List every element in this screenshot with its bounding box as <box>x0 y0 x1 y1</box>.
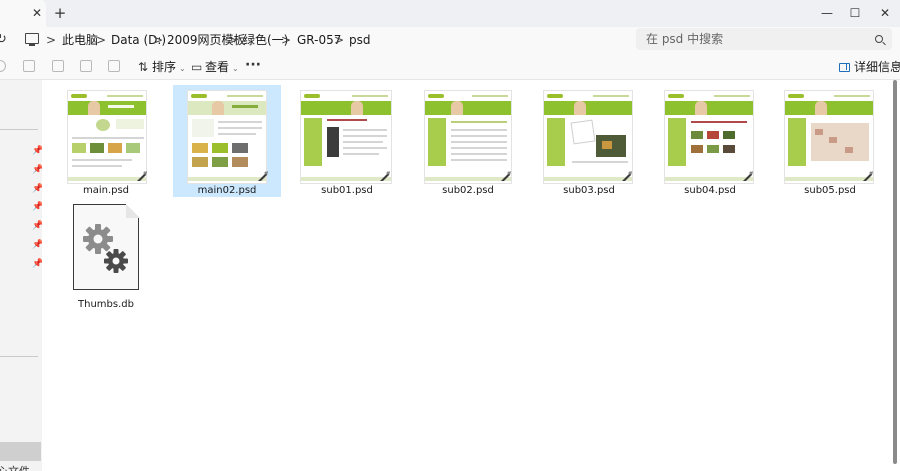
breadcrumb-separator-icon[interactable]: > <box>334 31 344 49</box>
gimp-brush-icon <box>380 171 390 181</box>
chevron-down-icon: ⌄ <box>179 64 186 73</box>
psd-thumbnail <box>424 90 512 184</box>
breadcrumb-this-pc[interactable]: 此电脑 <box>62 31 98 49</box>
settings-gear-icon <box>83 224 128 273</box>
nav-selected-item[interactable] <box>0 442 41 461</box>
file-list-area: main.psd main02.psd sub01.psd sub02.psd … <box>42 80 900 471</box>
file-name: sub05.psd <box>804 185 856 196</box>
this-pc-icon[interactable] <box>25 33 39 46</box>
address-bar-row: ↻ > 此电脑 > Data (D:) > 2009网页模板 > 绿色(一) >… <box>0 27 900 53</box>
file-name: sub03.psd <box>563 185 615 196</box>
search-input[interactable]: 在 psd 中搜索 <box>646 30 723 48</box>
title-bar: ✕ + — ☐ ✕ <box>0 0 900 27</box>
details-pane-button[interactable]: 详细信息 <box>839 57 900 77</box>
gimp-brush-icon <box>622 171 632 181</box>
file-name: sub02.psd <box>442 185 494 196</box>
nav-divider <box>0 129 38 130</box>
details-pane-icon <box>839 63 850 72</box>
pin-icon[interactable]: 📌 <box>32 221 43 231</box>
view-button[interactable]: ▭ 查看 ⌄ <box>191 57 239 77</box>
pin-icon[interactable]: 📌 <box>32 184 43 194</box>
search-icon[interactable] <box>875 35 883 43</box>
view-label: 查看 <box>205 60 230 74</box>
gimp-brush-icon <box>137 171 147 181</box>
file-item-main-psd[interactable]: main.psd <box>52 85 160 197</box>
file-name: main.psd <box>82 185 130 196</box>
tab-psd[interactable]: ✕ <box>0 0 46 27</box>
pin-icon[interactable]: 📌 <box>32 259 43 269</box>
file-item-sub04-psd[interactable]: sub04.psd <box>656 85 764 197</box>
file-item-main02-psd[interactable]: main02.psd <box>173 85 281 197</box>
sort-label: 排序 <box>152 60 177 74</box>
vertical-scrollbar[interactable] <box>893 80 897 464</box>
breadcrumb-separator-icon[interactable]: > <box>96 31 106 49</box>
refresh-icon[interactable]: ↻ <box>0 31 8 49</box>
psd-thumbnail <box>187 90 267 184</box>
pin-icon[interactable]: 📌 <box>32 240 43 250</box>
psd-thumbnail <box>543 90 633 184</box>
pin-icon[interactable]: 📌 <box>32 146 43 156</box>
details-label: 详细信息 <box>854 60 900 74</box>
file-name: sub04.psd <box>684 185 736 196</box>
chevron-down-icon: ⌄ <box>232 64 239 73</box>
psd-thumbnail <box>784 90 874 184</box>
gimp-brush-icon <box>863 171 873 181</box>
gimp-brush-icon <box>743 171 753 181</box>
delete-icon[interactable] <box>108 60 120 72</box>
rename-icon[interactable] <box>52 60 64 72</box>
file-item-sub05-psd[interactable]: sub05.psd <box>776 85 884 197</box>
pin-icon[interactable]: 📌 <box>32 202 43 212</box>
search-box[interactable]: 在 psd 中搜索 <box>636 28 892 50</box>
sort-icon: ⇅ <box>138 60 149 74</box>
file-item-sub03-psd[interactable]: sub03.psd <box>535 85 643 197</box>
new-item-icon[interactable] <box>0 60 6 72</box>
nav-item-label[interactable]: 心文件 <box>0 463 30 471</box>
new-tab-button[interactable]: + <box>52 5 68 21</box>
file-name: main02.psd <box>197 185 257 196</box>
copy-icon[interactable] <box>23 60 35 72</box>
gimp-brush-icon <box>501 171 511 181</box>
file-item-sub02-psd[interactable]: sub02.psd <box>414 85 522 197</box>
sort-button[interactable]: ⇅ 排序 ⌄ <box>138 57 186 77</box>
gimp-brush-icon <box>258 171 268 181</box>
psd-thumbnail <box>664 90 754 184</box>
close-tab-icon[interactable]: ✕ <box>30 6 44 20</box>
breadcrumb-psd[interactable]: psd <box>349 31 371 49</box>
close-window-button[interactable]: ✕ <box>862 0 900 27</box>
file-item-thumbs-db[interactable]: Thumbs.db <box>52 199 160 311</box>
nav-divider <box>0 356 38 357</box>
command-bar: ⇅ 排序 ⌄ ▭ 查看 ⌄ ··· 详细信息 <box>0 53 900 80</box>
file-item-sub01-psd[interactable]: sub01.psd <box>293 85 401 197</box>
breadcrumb-separator-icon[interactable]: > <box>46 31 56 49</box>
more-options-icon[interactable]: ··· <box>244 56 262 76</box>
navigation-pane: 📌 📌 📌 📌 📌 📌 📌 心文件 <box>0 80 43 471</box>
breadcrumb-separator-icon[interactable]: > <box>281 31 291 49</box>
share-icon[interactable] <box>80 60 92 72</box>
breadcrumb-separator-icon[interactable]: > <box>228 31 238 49</box>
breadcrumb-separator-icon[interactable]: > <box>153 31 163 49</box>
file-name: Thumbs.db <box>78 299 134 310</box>
view-icon: ▭ <box>191 60 203 74</box>
file-name: sub01.psd <box>321 185 373 196</box>
document-icon <box>73 203 140 290</box>
pin-icon[interactable]: 📌 <box>32 165 43 175</box>
psd-thumbnail <box>67 90 147 184</box>
